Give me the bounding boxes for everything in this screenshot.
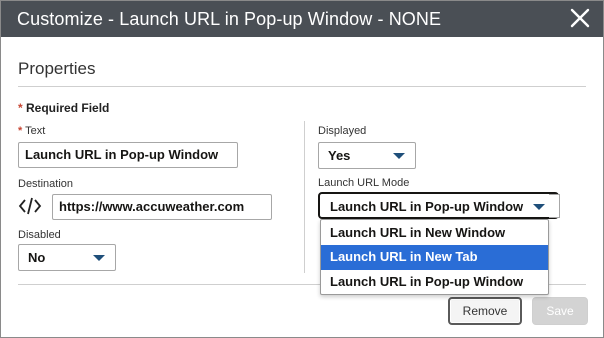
required-asterisk: *	[18, 101, 23, 115]
destination-label: Destination	[18, 178, 74, 190]
disabled-value: No	[28, 250, 46, 265]
properties-heading: Properties	[18, 59, 96, 78]
displayed-label: Displayed	[318, 125, 367, 137]
text-input[interactable]: Launch URL in Pop-up Window	[18, 142, 238, 168]
chevron-down-icon	[93, 255, 105, 261]
dialog-title: Customize - Launch URL in Pop-up Window …	[17, 9, 442, 29]
displayed-value: Yes	[328, 148, 351, 163]
disabled-label: Disabled	[18, 229, 61, 241]
text-field-label: * Text	[18, 125, 45, 137]
disabled-select[interactable]: No	[18, 244, 116, 271]
save-button[interactable]: Save	[532, 297, 588, 325]
code-icon	[18, 196, 42, 216]
select-edge	[549, 194, 560, 218]
remove-button[interactable]: Remove	[448, 297, 522, 325]
destination-input[interactable]: https://www.accuweather.com	[52, 194, 272, 220]
dropdown-option-new-tab[interactable]: Launch URL in New Tab	[321, 245, 548, 270]
chevron-down-icon	[393, 153, 405, 159]
required-field-note: * Required Field	[18, 101, 109, 115]
dropdown-option-new-window[interactable]: Launch URL in New Window	[321, 221, 548, 246]
chevron-down-icon	[533, 204, 545, 210]
displayed-select[interactable]: Yes	[318, 142, 416, 169]
launch-mode-label: Launch URL Mode	[318, 177, 410, 189]
text-label: Text	[25, 125, 46, 137]
close-icon[interactable]	[567, 5, 593, 31]
required-asterisk: *	[18, 125, 23, 137]
launch-mode-dropdown: Launch URL in New Window Launch URL in N…	[320, 219, 549, 295]
section-divider	[18, 86, 586, 87]
dialog-titlebar: Customize - Launch URL in Pop-up Window …	[1, 1, 603, 37]
launch-mode-select[interactable]: Launch URL in Pop-up Window	[318, 192, 559, 219]
dropdown-option-popup-window[interactable]: Launch URL in Pop-up Window	[321, 270, 548, 295]
customize-dialog: Customize - Launch URL in Pop-up Window …	[0, 0, 604, 338]
required-field-text: Required Field	[26, 101, 110, 115]
launch-mode-value: Launch URL in Pop-up Window	[330, 199, 524, 214]
column-divider	[304, 121, 305, 273]
